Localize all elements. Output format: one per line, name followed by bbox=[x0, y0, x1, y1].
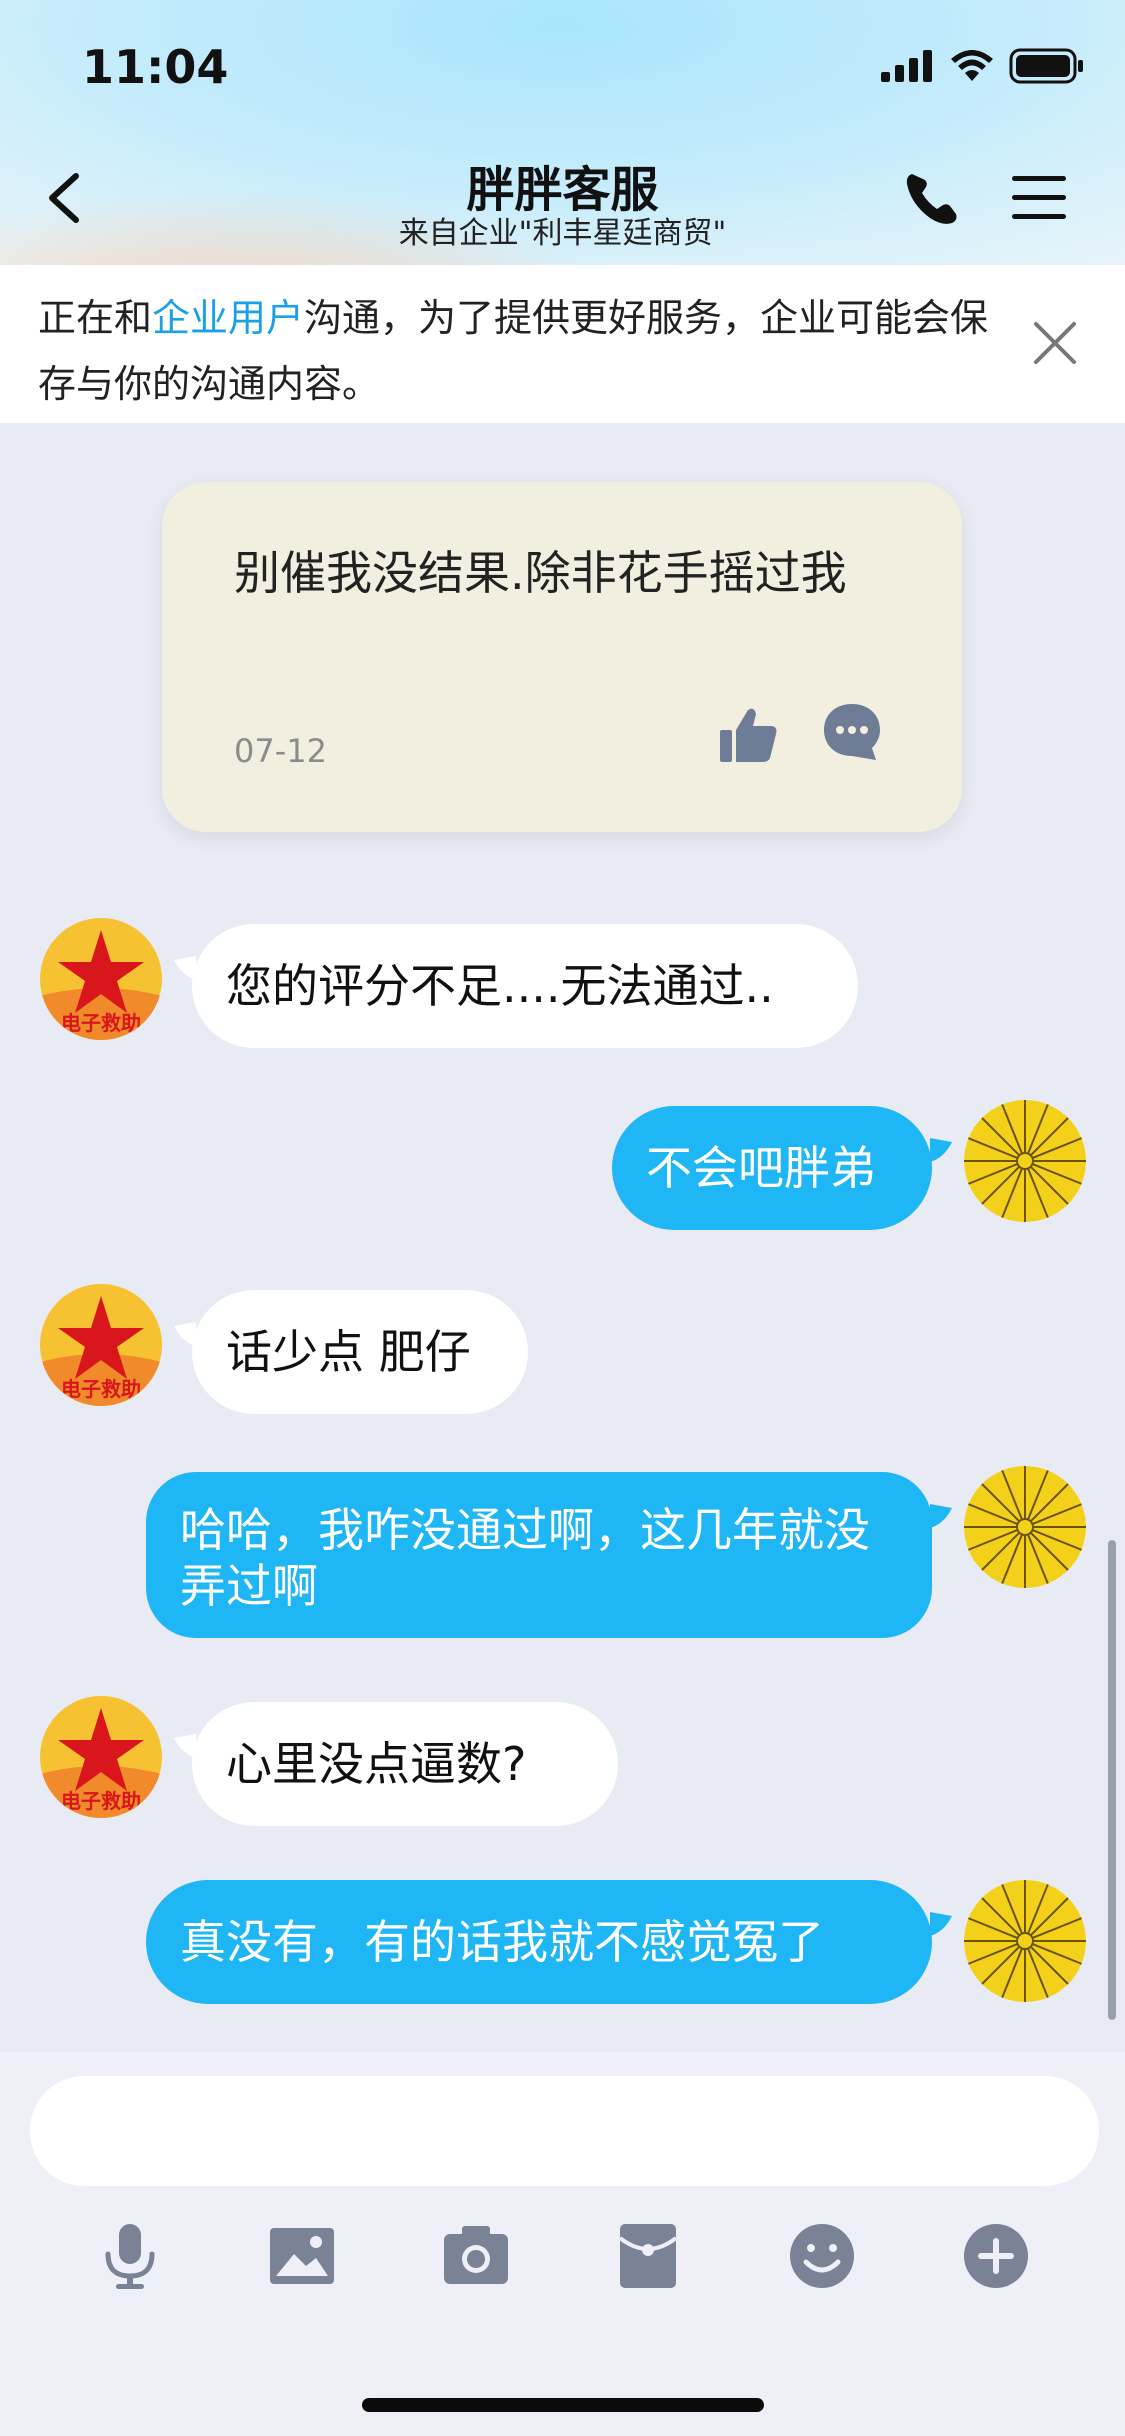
emoji-icon[interactable] bbox=[784, 2218, 860, 2294]
cellular-signal-icon bbox=[881, 50, 932, 82]
status-card[interactable]: 别催我没结果.除非花手摇过我 07-12 bbox=[162, 482, 962, 832]
red-star-icon: 电子救助 bbox=[40, 1696, 162, 1818]
avatar-badge-text: 电子救助 bbox=[61, 1789, 141, 1813]
image-icon[interactable] bbox=[264, 2218, 340, 2294]
agent-avatar[interactable]: 电子救助 bbox=[40, 1284, 162, 1406]
bubble-tail bbox=[930, 1504, 952, 1528]
message-input[interactable] bbox=[30, 2076, 1099, 2186]
user-avatar[interactable] bbox=[964, 1466, 1086, 1588]
status-time: 11:04 bbox=[82, 40, 229, 94]
agent-avatar[interactable]: 电子救助 bbox=[40, 918, 162, 1040]
message-bubble-in[interactable]: 话少点 肥仔 bbox=[192, 1290, 528, 1414]
close-notice-icon[interactable] bbox=[1030, 318, 1080, 368]
message-bubble-out[interactable]: 不会吧胖弟 bbox=[612, 1106, 932, 1230]
enterprise-user-link[interactable]: 企业用户 bbox=[152, 296, 304, 340]
red-star-icon: 电子救助 bbox=[40, 1284, 162, 1406]
user-avatar[interactable] bbox=[964, 1100, 1086, 1222]
message-bubble-in[interactable]: 您的评分不足....无法通过.. bbox=[192, 924, 858, 1048]
chat-scrollbar[interactable] bbox=[1108, 1540, 1116, 2020]
comment-icon[interactable] bbox=[820, 700, 884, 764]
bubble-tail bbox=[930, 1912, 952, 1936]
plus-icon[interactable] bbox=[958, 2218, 1034, 2294]
red-star-icon: 电子救助 bbox=[40, 918, 162, 1040]
camera-icon[interactable] bbox=[438, 2218, 514, 2294]
message-bubble-out[interactable]: 真没有，有的话我就不感觉冤了 bbox=[146, 1880, 932, 2004]
agent-avatar[interactable]: 电子救助 bbox=[40, 1696, 162, 1818]
card-date: 07-12 bbox=[234, 732, 327, 770]
like-icon[interactable] bbox=[718, 704, 780, 766]
red-packet-icon[interactable] bbox=[610, 2218, 686, 2294]
bubble-tail bbox=[930, 1138, 952, 1162]
sunburst-icon bbox=[964, 1880, 1086, 2002]
privacy-notice-banner: 正在和企业用户沟通，为了提供更好服务，企业可能会保存与你的沟通内容。 bbox=[0, 265, 1125, 423]
menu-button[interactable] bbox=[1010, 172, 1068, 224]
avatar-badge-text: 电子救助 bbox=[61, 1011, 141, 1035]
status-icons bbox=[881, 48, 1085, 84]
home-indicator[interactable] bbox=[362, 2398, 764, 2412]
user-avatar[interactable] bbox=[964, 1880, 1086, 2002]
sunburst-icon bbox=[964, 1466, 1086, 1588]
wifi-icon bbox=[951, 50, 993, 81]
battery-icon bbox=[1009, 48, 1083, 84]
card-text: 别催我没结果.除非花手摇过我 bbox=[234, 546, 847, 600]
microphone-icon[interactable] bbox=[92, 2218, 168, 2294]
sunburst-icon bbox=[964, 1100, 1086, 1222]
message-bubble-out[interactable]: 哈哈，我咋没通过啊，这几年就没弄过啊 bbox=[146, 1472, 932, 1638]
phone-call-button[interactable] bbox=[902, 168, 962, 228]
avatar-badge-text: 电子救助 bbox=[61, 1377, 141, 1401]
notice-prefix: 正在和 bbox=[38, 296, 153, 340]
notice-text: 正在和企业用户沟通，为了提供更好服务，企业可能会保存与你的沟通内容。 bbox=[38, 285, 998, 417]
message-bubble-in[interactable]: 心里没点逼数? bbox=[192, 1702, 618, 1826]
